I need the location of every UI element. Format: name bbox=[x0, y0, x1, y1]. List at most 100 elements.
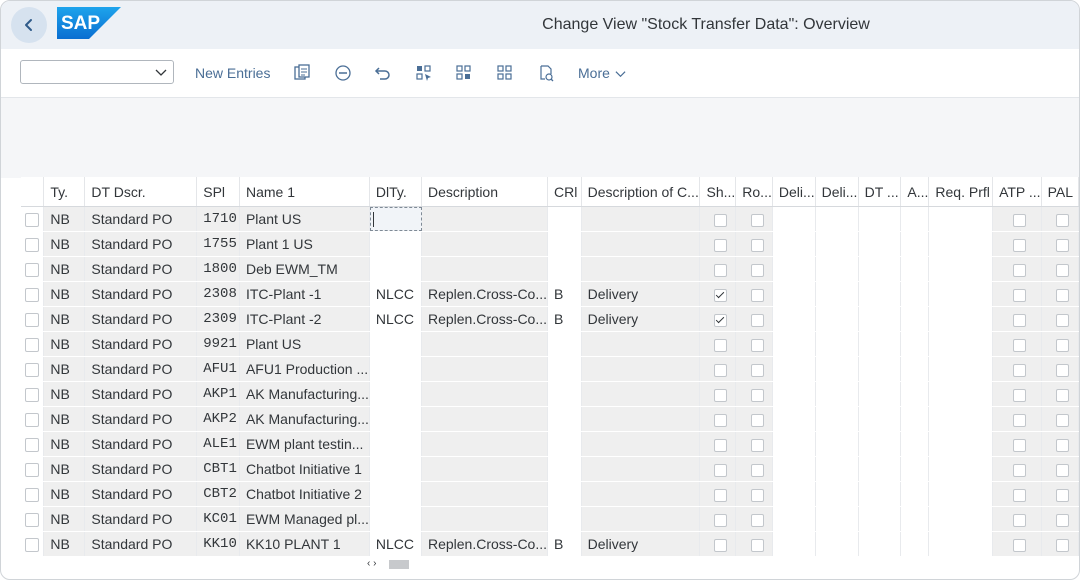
row-select-checkbox[interactable] bbox=[25, 488, 40, 503]
cell-delivery-2[interactable] bbox=[815, 481, 859, 507]
table-row[interactable]: NB Standard PO KK10 KK10 PLANT 1 NLCC Replen.… bbox=[21, 531, 1079, 557]
column-header[interactable]: A... bbox=[900, 177, 930, 207]
cell-atp-checkbox[interactable] bbox=[992, 456, 1042, 482]
more-button[interactable]: More bbox=[578, 61, 626, 85]
row-select-checkbox[interactable] bbox=[25, 388, 40, 403]
cell-checking-rule[interactable]: B bbox=[547, 531, 582, 557]
cell-a[interactable] bbox=[900, 431, 930, 457]
cell-route-checkbox[interactable] bbox=[735, 431, 773, 457]
route-checkbox[interactable] bbox=[750, 488, 764, 502]
cell-delivery-2[interactable] bbox=[815, 406, 859, 432]
table-row[interactable]: NB Standard PO AFU1 AFU1 Production ... bbox=[21, 356, 1079, 382]
route-checkbox[interactable] bbox=[750, 238, 764, 252]
cell-delivery-type[interactable] bbox=[368, 231, 422, 257]
cell-shipping-checkbox[interactable] bbox=[699, 531, 737, 557]
column-header[interactable]: Description of C... bbox=[581, 177, 701, 207]
column-header[interactable]: DT Dscr. bbox=[84, 177, 198, 207]
cell-atp-checkbox[interactable] bbox=[992, 381, 1042, 407]
row-select-checkbox[interactable] bbox=[25, 313, 40, 328]
cell-req-profile[interactable] bbox=[928, 206, 994, 232]
cell-a[interactable] bbox=[900, 256, 930, 282]
shipping-checkbox[interactable] bbox=[714, 513, 728, 527]
cell-shipping-checkbox[interactable] bbox=[699, 381, 737, 407]
cell-atp-checkbox[interactable] bbox=[992, 281, 1042, 307]
pal-checkbox[interactable] bbox=[1056, 413, 1070, 427]
cell-delivery-1[interactable] bbox=[772, 256, 816, 282]
column-header[interactable]: ATP ... bbox=[992, 177, 1042, 207]
cell-dt[interactable] bbox=[858, 281, 902, 307]
column-header[interactable]: Name 1 bbox=[239, 177, 370, 207]
row-selector[interactable] bbox=[21, 406, 45, 432]
atp-checkbox[interactable] bbox=[1013, 238, 1027, 252]
cell-delivery-1[interactable] bbox=[772, 431, 816, 457]
shipping-checkbox[interactable] bbox=[714, 413, 728, 427]
cell-delivery-type[interactable]: NLCC bbox=[368, 531, 422, 557]
pal-checkbox[interactable] bbox=[1056, 313, 1070, 327]
cell-delivery-2[interactable] bbox=[815, 456, 859, 482]
back-button[interactable] bbox=[11, 7, 47, 43]
column-header[interactable]: Req. Prfl bbox=[928, 177, 994, 207]
select-all-icon[interactable] bbox=[414, 63, 434, 83]
pal-checkbox[interactable] bbox=[1056, 263, 1070, 277]
cell-atp-checkbox[interactable] bbox=[992, 531, 1042, 557]
cell-delivery-1[interactable] bbox=[772, 506, 816, 532]
cell-checking-rule[interactable] bbox=[547, 381, 582, 407]
cell-delivery-2[interactable] bbox=[815, 506, 859, 532]
row-select-checkbox[interactable] bbox=[25, 238, 40, 253]
cell-route-checkbox[interactable] bbox=[735, 531, 773, 557]
row-selector[interactable] bbox=[21, 231, 45, 257]
cell-pal-checkbox[interactable] bbox=[1041, 206, 1079, 232]
cell-delivery-1[interactable] bbox=[772, 306, 816, 332]
cell-pal-checkbox[interactable] bbox=[1041, 481, 1079, 507]
cell-dt[interactable] bbox=[858, 531, 902, 557]
cell-a[interactable] bbox=[900, 381, 930, 407]
cell-checking-rule[interactable]: B bbox=[547, 306, 582, 332]
cell-delivery-type[interactable] bbox=[368, 331, 422, 357]
shipping-checkbox[interactable] bbox=[714, 213, 728, 227]
cell-pal-checkbox[interactable] bbox=[1041, 281, 1079, 307]
cell-req-profile[interactable] bbox=[928, 431, 994, 457]
route-checkbox[interactable] bbox=[750, 363, 764, 377]
row-select-checkbox[interactable] bbox=[25, 263, 40, 278]
column-header[interactable]: Ro... bbox=[735, 177, 773, 207]
row-selector[interactable] bbox=[21, 481, 45, 507]
cell-a[interactable] bbox=[900, 206, 930, 232]
atp-checkbox[interactable] bbox=[1013, 263, 1027, 277]
cell-checking-rule[interactable] bbox=[547, 356, 582, 382]
scrollbar-thumb[interactable] bbox=[389, 560, 409, 569]
row-selector[interactable] bbox=[21, 431, 45, 457]
atp-checkbox[interactable] bbox=[1013, 488, 1027, 502]
atp-checkbox[interactable] bbox=[1013, 388, 1027, 402]
cell-req-profile[interactable] bbox=[928, 456, 994, 482]
table-row[interactable]: NB Standard PO 1710 Plant US bbox=[21, 206, 1079, 232]
cell-route-checkbox[interactable] bbox=[735, 331, 773, 357]
cell-delivery-2[interactable] bbox=[815, 306, 859, 332]
atp-checkbox[interactable] bbox=[1013, 463, 1027, 477]
route-checkbox[interactable] bbox=[750, 338, 764, 352]
copy-as-icon[interactable] bbox=[292, 63, 312, 83]
row-select-checkbox[interactable] bbox=[25, 438, 40, 453]
row-select-checkbox[interactable] bbox=[25, 288, 40, 303]
cell-route-checkbox[interactable] bbox=[735, 256, 773, 282]
table-row[interactable]: NB Standard PO KC01 EWM Managed pl... bbox=[21, 506, 1079, 532]
cell-delivery-2[interactable] bbox=[815, 531, 859, 557]
pal-checkbox[interactable] bbox=[1056, 238, 1070, 252]
cell-delivery-type[interactable] bbox=[368, 506, 422, 532]
cell-delivery-1[interactable] bbox=[772, 231, 816, 257]
route-checkbox[interactable] bbox=[750, 413, 764, 427]
cell-pal-checkbox[interactable] bbox=[1041, 231, 1079, 257]
row-selector[interactable] bbox=[21, 506, 45, 532]
row-select-checkbox[interactable] bbox=[25, 213, 40, 228]
pal-checkbox[interactable] bbox=[1056, 513, 1070, 527]
table-row[interactable]: NB Standard PO AKP2 AK Manufacturing... bbox=[21, 406, 1079, 432]
horizontal-scrollbar[interactable]: ‹ › bbox=[367, 558, 1079, 570]
shipping-checkbox[interactable] bbox=[714, 313, 728, 327]
column-header[interactable]: Description bbox=[421, 177, 549, 207]
cell-atp-checkbox[interactable] bbox=[992, 431, 1042, 457]
shipping-checkbox[interactable] bbox=[714, 438, 728, 452]
cell-pal-checkbox[interactable] bbox=[1041, 381, 1079, 407]
variant-select[interactable] bbox=[20, 60, 174, 84]
cell-atp-checkbox[interactable] bbox=[992, 356, 1042, 382]
route-checkbox[interactable] bbox=[750, 538, 764, 552]
cell-delivery-type[interactable] bbox=[368, 206, 422, 232]
